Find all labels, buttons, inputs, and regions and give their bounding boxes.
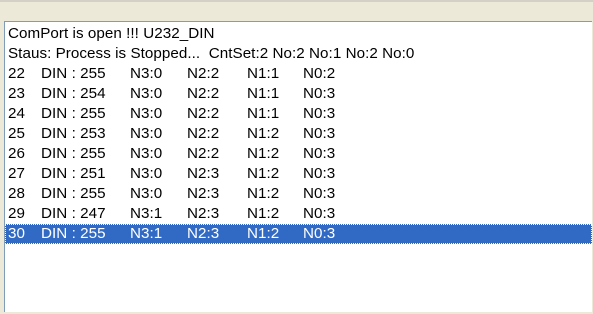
log-cell-n2: N2:3 <box>187 205 220 222</box>
log-cell-din: DIN : 255 <box>41 225 106 242</box>
log-cell-din: DIN : 251 <box>41 165 106 182</box>
log-cell-n3: N3:0 <box>130 185 163 202</box>
log-cell-n2: N2:2 <box>187 125 220 142</box>
log-cell-n1: N1:2 <box>247 185 280 202</box>
log-cell-n2: N2:3 <box>187 185 220 202</box>
log-cell-n0: N0:3 <box>303 205 336 222</box>
log-cell-id: 23 <box>8 85 25 102</box>
log-cell-n0: N0:2 <box>303 65 336 82</box>
log-cell-id: 24 <box>8 105 25 122</box>
log-list: ComPort is open !!! U232_DIN Staus: Proc… <box>5 22 592 244</box>
status-line-process[interactable]: Staus: Process is Stopped... CntSet:2 No… <box>8 44 592 64</box>
log-cell-n1: N1:2 <box>247 225 280 242</box>
log-row[interactable]: 23 DIN : 254 N3:0 N2:2 N1:1 N0:3 <box>8 84 592 104</box>
log-row[interactable]: 24 DIN : 255 N3:0 N2:2 N1:1 N0:3 <box>8 104 592 124</box>
log-cell-n2: N2:2 <box>187 65 220 82</box>
log-row[interactable]: 29 DIN : 247 N3:1 N2:3 N1:2 N0:3 <box>8 204 592 224</box>
log-row[interactable]: 22 DIN : 255 N3:0 N2:2 N1:1 N0:2 <box>8 64 592 84</box>
log-cell-id: 22 <box>8 65 25 82</box>
log-cell-n0: N0:3 <box>303 225 336 242</box>
log-cell-n3: N3:0 <box>130 65 163 82</box>
log-cell-din: DIN : 255 <box>41 105 106 122</box>
log-row[interactable]: 26 DIN : 255 N3:0 N2:2 N1:2 N0:3 <box>8 144 592 164</box>
log-cell-din: DIN : 255 <box>41 185 106 202</box>
log-cell-n0: N0:3 <box>303 125 336 142</box>
log-cell-n1: N1:2 <box>247 125 280 142</box>
log-cell-n3: N3:0 <box>130 165 163 182</box>
log-row[interactable]: 25 DIN : 253 N3:0 N2:2 N1:2 N0:3 <box>8 124 592 144</box>
log-cell-n3: N3:0 <box>130 105 163 122</box>
log-cell-n2: N2:2 <box>187 105 220 122</box>
log-cell-n3: N3:0 <box>130 85 163 102</box>
status-line-comport[interactable]: ComPort is open !!! U232_DIN <box>8 24 592 44</box>
log-cell-n3: N3:1 <box>130 205 163 222</box>
log-rows: 22 DIN : 255 N3:0 N2:2 N1:1 N0:2 23 DIN : 254 N3… <box>5 64 592 244</box>
log-cell-n2: N2:3 <box>187 165 220 182</box>
log-cell-n0: N0:3 <box>303 105 336 122</box>
window-top-edge <box>0 0 593 2</box>
log-cell-din: DIN : 254 <box>41 85 106 102</box>
log-cell-din: DIN : 247 <box>41 205 106 222</box>
log-cell-id: 27 <box>8 165 25 182</box>
log-cell-din: DIN : 255 <box>41 145 106 162</box>
log-cell-n0: N0:3 <box>303 165 336 182</box>
log-cell-n2: N2:2 <box>187 85 220 102</box>
log-cell-din: DIN : 253 <box>41 125 106 142</box>
log-cell-id: 30 <box>8 225 25 242</box>
log-row[interactable]: 30 DIN : 255 N3:1 N2:3 N1:2 N0:3 <box>5 224 592 244</box>
log-cell-n2: N2:2 <box>187 145 220 162</box>
log-cell-id: 29 <box>8 205 25 222</box>
log-row[interactable]: 28 DIN : 255 N3:0 N2:3 N1:2 N0:3 <box>8 184 592 204</box>
log-cell-n0: N0:3 <box>303 85 336 102</box>
log-cell-din: DIN : 255 <box>41 65 106 82</box>
log-cell-n0: N0:3 <box>303 145 336 162</box>
log-cell-n1: N1:1 <box>247 65 280 82</box>
log-cell-n1: N1:2 <box>247 165 280 182</box>
log-cell-n3: N3:0 <box>130 125 163 142</box>
log-cell-n1: N1:2 <box>247 145 280 162</box>
log-cell-n1: N1:1 <box>247 105 280 122</box>
log-cell-id: 25 <box>8 125 25 142</box>
log-cell-id: 26 <box>8 145 25 162</box>
log-cell-id: 28 <box>8 185 25 202</box>
log-cell-n1: N1:2 <box>247 205 280 222</box>
log-listbox[interactable]: ComPort is open !!! U232_DIN Staus: Proc… <box>4 21 592 312</box>
log-cell-n3: N3:1 <box>130 225 163 242</box>
log-cell-n0: N0:3 <box>303 185 336 202</box>
log-cell-n3: N3:0 <box>130 145 163 162</box>
log-row[interactable]: 27 DIN : 251 N3:0 N2:3 N1:2 N0:3 <box>8 164 592 184</box>
log-cell-n2: N2:3 <box>187 225 220 242</box>
log-cell-n1: N1:1 <box>247 85 280 102</box>
